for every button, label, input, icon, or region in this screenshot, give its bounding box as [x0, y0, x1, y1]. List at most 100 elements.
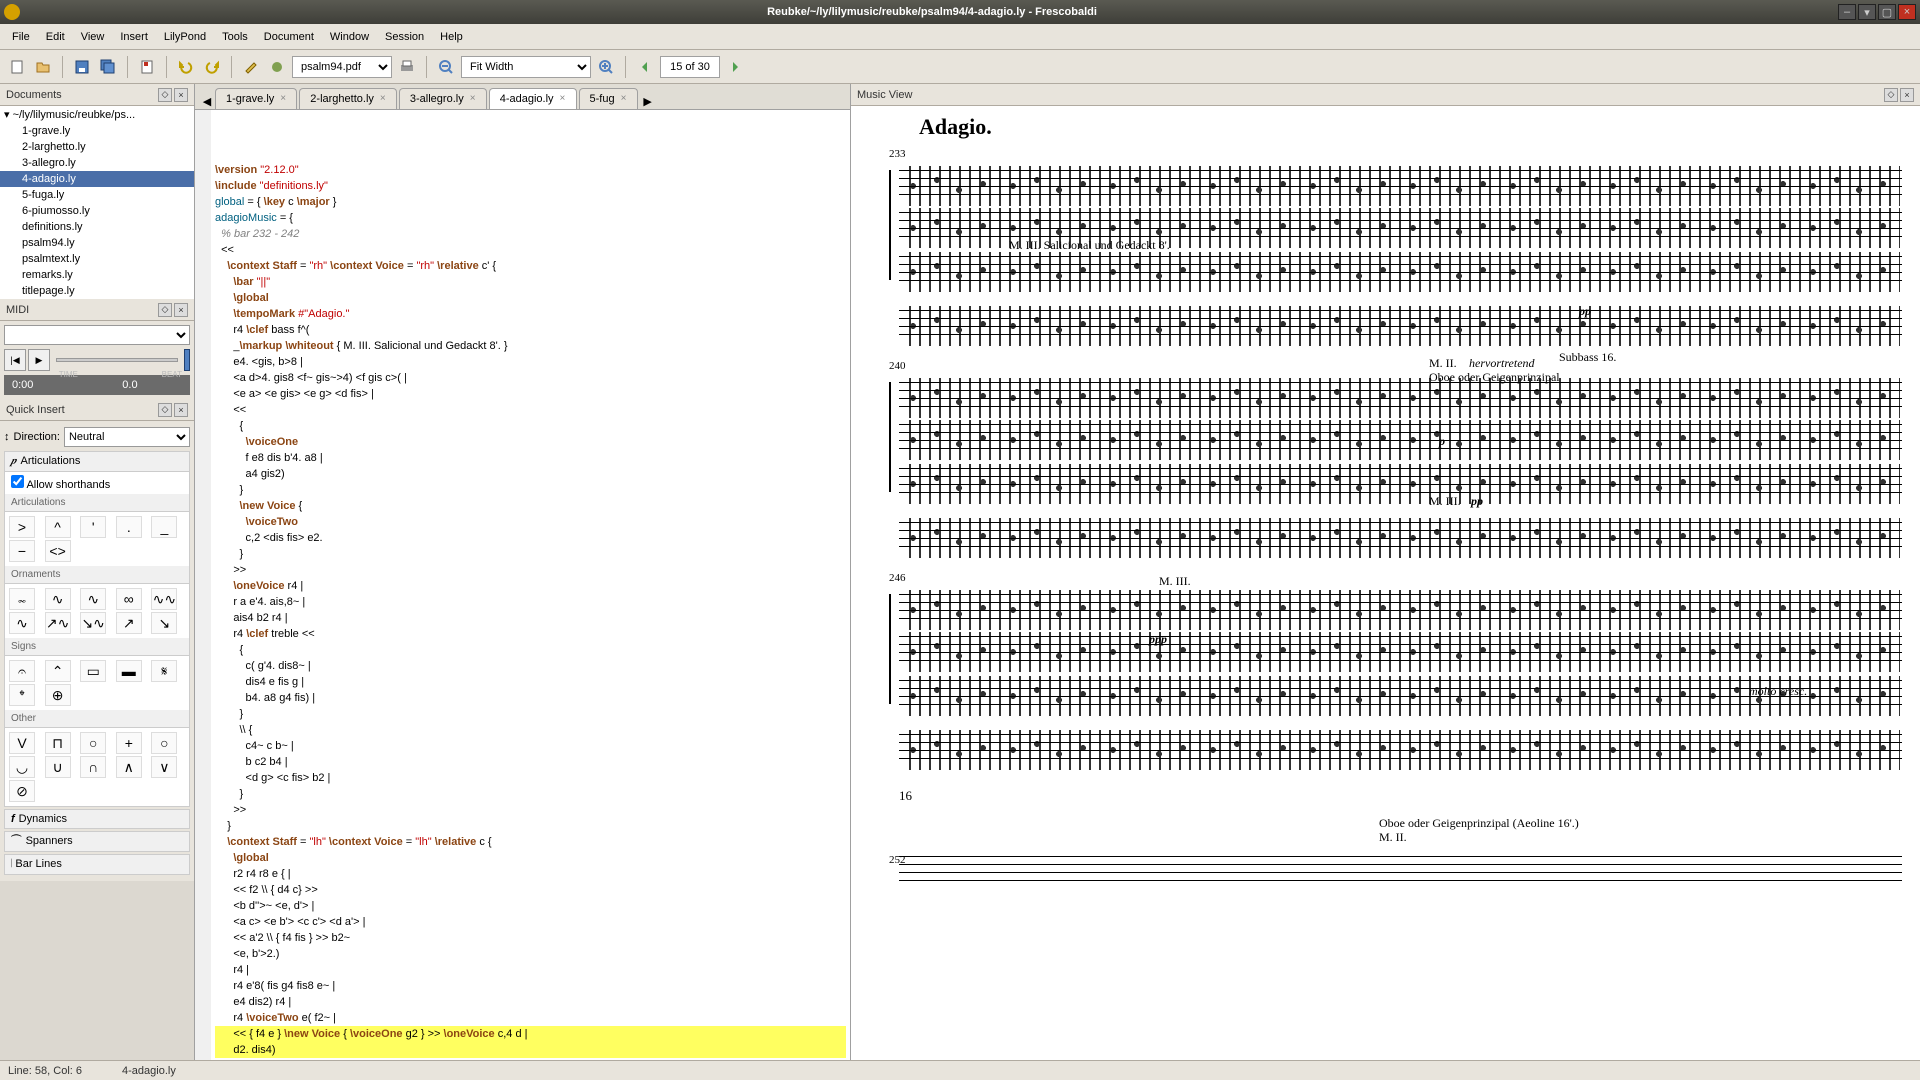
panel-float-icon[interactable]: ◇ [1884, 88, 1898, 102]
menu-help[interactable]: Help [432, 28, 471, 46]
menu-insert[interactable]: Insert [112, 28, 156, 46]
staccatissimo-icon[interactable]: ' [80, 516, 106, 538]
editor-tab[interactable]: 2-larghetto.ly× [299, 88, 397, 109]
panel-close-icon[interactable]: × [1900, 88, 1914, 102]
panel-float-icon[interactable]: ◇ [158, 88, 172, 102]
midi-rewind-icon[interactable]: |◀ [4, 349, 26, 371]
verylongfermata-icon[interactable]: ▬ [116, 660, 142, 682]
doc-item[interactable]: remarks.ly [0, 267, 194, 283]
doc-root[interactable]: ▾ ~/ly/lilymusic/reubke/ps... [0, 106, 194, 123]
upprall-icon[interactable]: ↗∿ [45, 612, 71, 634]
close-file-icon[interactable] [136, 56, 158, 78]
menu-document[interactable]: Document [256, 28, 322, 46]
halfopen-icon[interactable]: ⊘ [9, 780, 35, 802]
spanners-toggle[interactable]: ⏜Spanners [5, 832, 189, 851]
minimize-button[interactable]: – [1838, 4, 1856, 20]
zoomin-icon[interactable] [595, 56, 617, 78]
tab-close-icon[interactable]: × [621, 93, 633, 105]
redo-icon[interactable] [201, 56, 223, 78]
ltoe-icon[interactable]: ∧ [116, 756, 142, 778]
editor-tab[interactable]: 5-fug× [579, 88, 638, 109]
page-input[interactable] [660, 56, 720, 78]
doc-item[interactable]: 4-adagio.ly [0, 171, 194, 187]
engrave-icon[interactable] [240, 56, 262, 78]
stopped-icon[interactable]: + [116, 732, 142, 754]
doc-item[interactable]: 6-piumosso.ly [0, 203, 194, 219]
segno-icon[interactable]: 𝄋 [151, 660, 177, 682]
thumb-icon[interactable]: ◡ [9, 756, 35, 778]
menu-window[interactable]: Window [322, 28, 377, 46]
menu-edit[interactable]: Edit [38, 28, 73, 46]
lilypond-icon[interactable] [266, 56, 288, 78]
varcoda-icon[interactable]: ⊕ [45, 684, 71, 706]
menu-file[interactable]: File [4, 28, 38, 46]
allow-shorthands-checkbox[interactable]: Allow shorthands [11, 479, 110, 491]
rtoe-icon[interactable]: ∨ [151, 756, 177, 778]
editor-tab[interactable]: 1-grave.ly× [215, 88, 297, 109]
doc-item[interactable]: 1-grave.ly [0, 123, 194, 139]
direction-select[interactable]: Neutral [64, 427, 190, 447]
mordent-icon[interactable]: ∿ [80, 588, 106, 610]
espressivo-icon[interactable]: <> [45, 540, 71, 562]
menu-session[interactable]: Session [377, 28, 432, 46]
tab-close-icon[interactable]: × [470, 93, 482, 105]
save-icon[interactable] [71, 56, 93, 78]
nextpage-icon[interactable] [724, 56, 746, 78]
turn-icon[interactable]: ∞ [116, 588, 142, 610]
panel-close-icon[interactable]: × [174, 403, 188, 417]
open-icon[interactable] [32, 56, 54, 78]
menu-lilypond[interactable]: LilyPond [156, 28, 214, 46]
panel-float-icon[interactable]: ◇ [158, 403, 172, 417]
doc-item[interactable]: psalm94.ly [0, 235, 194, 251]
tab-close-icon[interactable]: × [560, 93, 572, 105]
tab-close-icon[interactable]: × [280, 93, 292, 105]
longfermata-icon[interactable]: ▭ [80, 660, 106, 682]
tenuto-icon[interactable]: − [9, 540, 35, 562]
undo-icon[interactable] [175, 56, 197, 78]
upbow-icon[interactable]: V [9, 732, 35, 754]
doc-item[interactable]: definitions.ly [0, 219, 194, 235]
midi-play-icon[interactable]: ▶ [28, 349, 50, 371]
downbow-icon[interactable]: ⊓ [45, 732, 71, 754]
midi-position-slider[interactable] [56, 358, 178, 362]
doc-item[interactable]: psalmtext.ly [0, 251, 194, 267]
tab-close-icon[interactable]: × [380, 93, 392, 105]
doc-item[interactable]: 2-larghetto.ly [0, 139, 194, 155]
menu-view[interactable]: View [73, 28, 113, 46]
fermata-icon[interactable]: 𝄐 [9, 660, 35, 682]
doc-item[interactable]: titlepage.ly [0, 283, 194, 299]
lheel-icon[interactable]: ∪ [45, 756, 71, 778]
saveall-icon[interactable] [97, 56, 119, 78]
doc-item[interactable]: 5-fuga.ly [0, 187, 194, 203]
zoomout-icon[interactable] [435, 56, 457, 78]
prevpage-icon[interactable] [634, 56, 656, 78]
panel-close-icon[interactable]: × [174, 303, 188, 317]
staccato-icon[interactable]: . [116, 516, 142, 538]
tab-scroll-right-icon[interactable]: ▶ [640, 93, 656, 109]
tab-scroll-left-icon[interactable]: ◀ [199, 93, 215, 109]
prall-icon[interactable]: ∿ [45, 588, 71, 610]
prallmordent-icon[interactable]: ∿ [9, 612, 35, 634]
portato-icon[interactable]: _ [151, 516, 177, 538]
downprall-icon[interactable]: ↘∿ [80, 612, 106, 634]
open-icon[interactable]: ○ [80, 732, 106, 754]
code-editor[interactable]: \version "2.12.0"\include "definitions.l… [195, 110, 850, 1060]
rheel-icon[interactable]: ∩ [80, 756, 106, 778]
dock-button[interactable]: ▾ [1858, 4, 1876, 20]
close-button[interactable]: × [1898, 4, 1916, 20]
coda-icon[interactable]: 𝄌 [9, 684, 35, 706]
maximize-button[interactable]: ▢ [1878, 4, 1896, 20]
editor-tab[interactable]: 4-adagio.ly× [489, 88, 577, 109]
panel-close-icon[interactable]: × [174, 88, 188, 102]
marcato-icon[interactable]: ^ [45, 516, 71, 538]
flageolet-icon[interactable]: ○ [151, 732, 177, 754]
panel-float-icon[interactable]: ◇ [158, 303, 172, 317]
articulations-toggle[interactable]: 𝆏Articulations [5, 452, 189, 472]
trill-icon[interactable]: 𝆗 [9, 588, 35, 610]
shortfermata-icon[interactable]: ⌃ [45, 660, 71, 682]
doc-item[interactable]: 3-allegro.ly [0, 155, 194, 171]
editor-tab[interactable]: 3-allegro.ly× [399, 88, 487, 109]
barlines-toggle[interactable]: 𝄀Bar Lines [5, 855, 189, 874]
menu-tools[interactable]: Tools [214, 28, 256, 46]
midi-output-select[interactable] [4, 325, 190, 345]
